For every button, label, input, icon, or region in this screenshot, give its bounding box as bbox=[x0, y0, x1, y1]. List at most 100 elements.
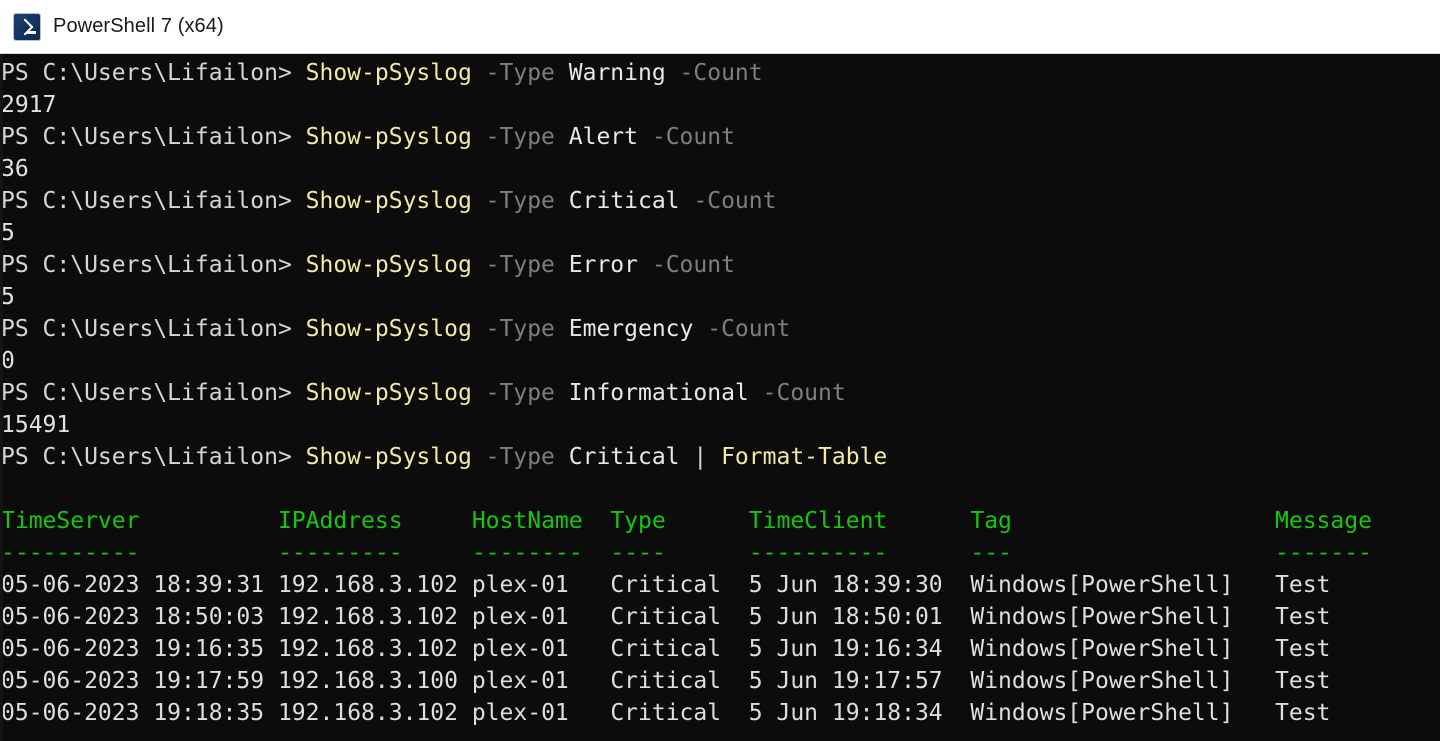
command-output-value: 15491 bbox=[1, 412, 71, 438]
command-name: Show-pSyslog bbox=[305, 124, 486, 150]
command-output-value: 2917 bbox=[1, 92, 57, 118]
table-rule-segment: --- bbox=[970, 540, 1275, 566]
window-title: PowerShell 7 (x64) bbox=[53, 15, 224, 37]
table-header-row: TimeServer IPAddress HostName Type TimeC… bbox=[0, 505, 1440, 537]
table-cell-type: Critical bbox=[610, 636, 749, 662]
table-cell-ipaddress: 192.168.3.102 bbox=[277, 636, 472, 662]
table-rule-segment: ---------- bbox=[1, 540, 278, 566]
console-output-area[interactable]: PS C:\Users\Lifailon> Show-pSyslog -Type… bbox=[0, 54, 1440, 741]
table-cell-ipaddress: 192.168.3.102 bbox=[277, 572, 472, 598]
command-output-value: 5 bbox=[1, 220, 15, 246]
command-parameter-count: -Count bbox=[707, 316, 791, 342]
table-cell-timeclient: 5 Jun 19:18:34 bbox=[748, 700, 971, 726]
command-name: Show-pSyslog bbox=[305, 316, 486, 342]
table-cell-ipaddress: 192.168.3.102 bbox=[277, 604, 472, 630]
console-command-line: PS C:\Users\Lifailon> Show-pSyslog -Type… bbox=[0, 377, 1440, 409]
shell-prompt: PS C:\Users\Lifailon> bbox=[1, 188, 306, 214]
shell-prompt: PS C:\Users\Lifailon> bbox=[1, 124, 306, 150]
command-parameter-value: Informational bbox=[568, 380, 763, 406]
table-cell-timeclient: 5 Jun 19:16:34 bbox=[748, 636, 971, 662]
table-rule-segment: ------- bbox=[1275, 540, 1372, 566]
console-output-line: 5 bbox=[0, 281, 1440, 313]
table-cell-type: Critical bbox=[610, 700, 749, 726]
table-cell-timeclient: 5 Jun 18:50:01 bbox=[748, 604, 971, 630]
table-cell-hostname: plex-01 bbox=[471, 572, 611, 598]
table-rule-segment: --------- bbox=[277, 540, 472, 566]
console-output-line: 15491 bbox=[0, 409, 1440, 441]
command-parameter-type: -Type bbox=[485, 188, 569, 214]
table-cell-hostname: plex-01 bbox=[471, 668, 611, 694]
table-cell-timeclient: 5 Jun 18:39:30 bbox=[748, 572, 971, 598]
command-parameter-value: Emergency bbox=[568, 316, 708, 342]
command-parameter-value: Error bbox=[568, 252, 652, 278]
table-cell-tag: Windows[PowerShell] bbox=[970, 604, 1275, 630]
command-parameter-count: -Count bbox=[679, 60, 763, 86]
console-command-line: PS C:\Users\Lifailon> Show-pSyslog -Type… bbox=[0, 249, 1440, 281]
table-cell-type: Critical bbox=[610, 604, 749, 630]
console-lines: PS C:\Users\Lifailon> Show-pSyslog -Type… bbox=[0, 57, 1440, 729]
command-parameter-count: -Count bbox=[651, 124, 735, 150]
table-cell-timeserver: 05-06-2023 19:16:35 bbox=[1, 636, 278, 662]
command-parameter-type: -Type bbox=[485, 316, 569, 342]
table-cell-message: Test bbox=[1275, 604, 1331, 630]
table-rule-segment: -------- bbox=[471, 540, 611, 566]
command-output-value: 5 bbox=[1, 284, 15, 310]
shell-prompt: PS C:\Users\Lifailon> bbox=[1, 380, 306, 406]
console-command-line: PS C:\Users\Lifailon> Show-pSyslog -Type… bbox=[0, 57, 1440, 89]
table-cell-ipaddress: 192.168.3.102 bbox=[277, 700, 472, 726]
command-name: Show-pSyslog bbox=[305, 188, 486, 214]
command-parameter-type: -Type bbox=[485, 444, 569, 470]
command-parameter-type: -Type bbox=[485, 124, 569, 150]
table-row: 05-06-2023 18:50:03 192.168.3.102 plex-0… bbox=[0, 601, 1440, 633]
table-cell-message: Test bbox=[1275, 700, 1331, 726]
console-output-line: 36 bbox=[0, 153, 1440, 185]
shell-prompt: PS C:\Users\Lifailon> bbox=[1, 444, 306, 470]
table-cell-ipaddress: 192.168.3.100 bbox=[277, 668, 472, 694]
table-row: 05-06-2023 19:17:59 192.168.3.100 plex-0… bbox=[0, 665, 1440, 697]
table-cell-message: Test bbox=[1275, 668, 1331, 694]
table-row: 05-06-2023 19:18:35 192.168.3.102 plex-0… bbox=[0, 697, 1440, 729]
table-cell-timeserver: 05-06-2023 18:50:03 bbox=[1, 604, 278, 630]
table-cell-tag: Windows[PowerShell] bbox=[970, 668, 1275, 694]
command-name: Show-pSyslog bbox=[305, 380, 486, 406]
table-cell-message: Test bbox=[1275, 572, 1331, 598]
command-parameter-count: -Count bbox=[693, 188, 777, 214]
command-parameter-type: -Type bbox=[485, 252, 569, 278]
shell-prompt: PS C:\Users\Lifailon> bbox=[1, 252, 306, 278]
table-header-timeserver: TimeServer bbox=[1, 508, 278, 534]
table-rule-segment: ---- bbox=[610, 540, 749, 566]
command-parameter-type: -Type bbox=[485, 380, 569, 406]
table-header-message: Message bbox=[1275, 508, 1372, 534]
table-cell-message: Test bbox=[1275, 636, 1331, 662]
table-cell-hostname: plex-01 bbox=[471, 636, 611, 662]
table-cell-tag: Windows[PowerShell] bbox=[970, 572, 1275, 598]
console-command-line: PS C:\Users\Lifailon> Show-pSyslog -Type… bbox=[0, 185, 1440, 217]
command-parameter-type: -Type bbox=[485, 60, 569, 86]
console-command-line: PS C:\Users\Lifailon> Show-pSyslog -Type… bbox=[0, 121, 1440, 153]
shell-prompt: PS C:\Users\Lifailon> bbox=[1, 60, 306, 86]
table-cell-type: Critical bbox=[610, 572, 749, 598]
table-cell-tag: Windows[PowerShell] bbox=[970, 700, 1275, 726]
console-output-line: 5 bbox=[0, 217, 1440, 249]
command-parameter-count: -Count bbox=[651, 252, 735, 278]
underscore-icon bbox=[27, 31, 36, 34]
table-header-type: Type bbox=[610, 508, 749, 534]
command-parameter-value: Warning bbox=[568, 60, 680, 86]
command-parameter-count: -Count bbox=[762, 380, 846, 406]
table-header-tag: Tag bbox=[970, 508, 1275, 534]
table-cell-timeserver: 05-06-2023 19:18:35 bbox=[1, 700, 278, 726]
command-parameter-value: Critical bbox=[568, 444, 694, 470]
window-titlebar: PowerShell 7 (x64) bbox=[0, 0, 1440, 54]
command-name: Show-pSyslog bbox=[305, 60, 486, 86]
table-rule-row: ---------- --------- -------- ---- -----… bbox=[0, 537, 1440, 569]
shell-prompt: PS C:\Users\Lifailon> bbox=[1, 316, 306, 342]
console-output-line: 0 bbox=[0, 345, 1440, 377]
command-output-value: 0 bbox=[1, 348, 15, 374]
pipe-operator: | bbox=[693, 444, 722, 470]
powershell-window: PowerShell 7 (x64) PS C:\Users\Lifailon>… bbox=[0, 0, 1440, 741]
table-header-hostname: HostName bbox=[471, 508, 611, 534]
table-cell-tag: Windows[PowerShell] bbox=[970, 636, 1275, 662]
table-cell-hostname: plex-01 bbox=[471, 700, 611, 726]
console-output-line: 2917 bbox=[0, 89, 1440, 121]
